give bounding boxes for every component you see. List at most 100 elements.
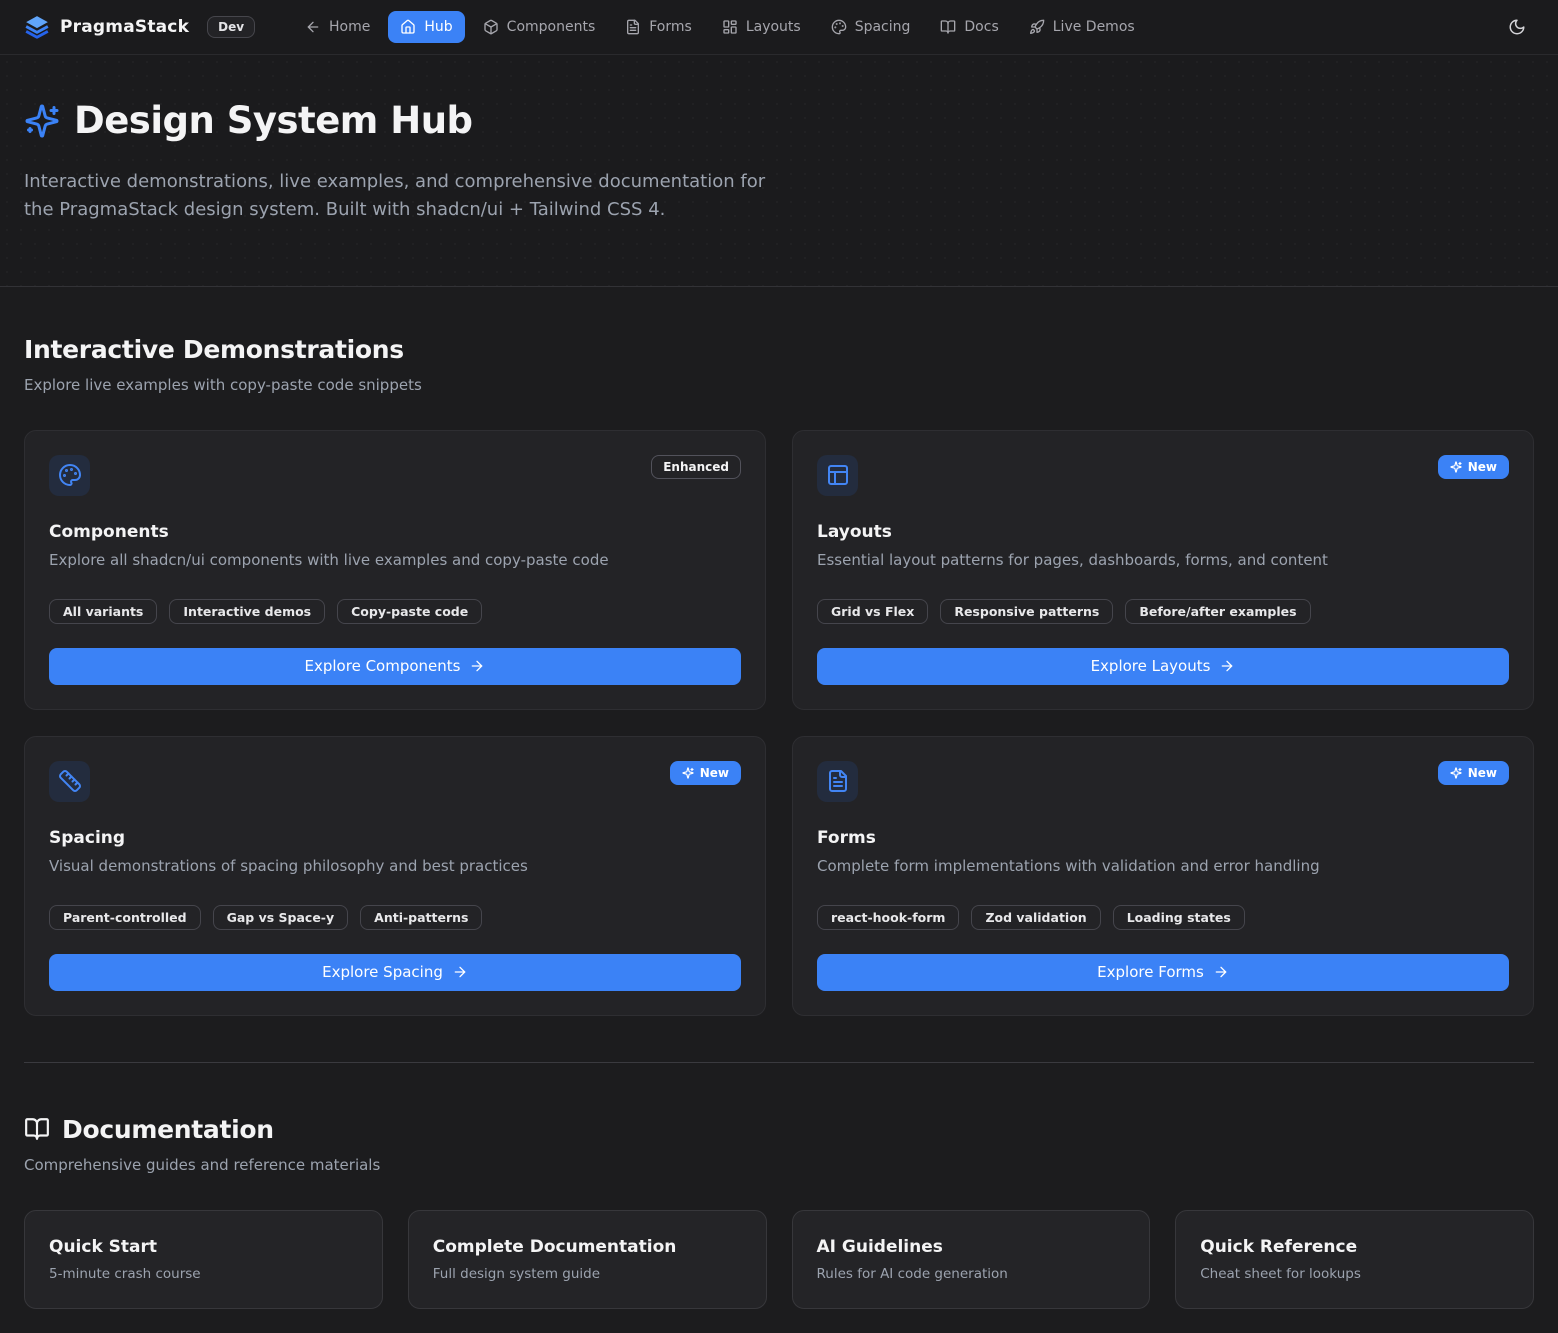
tag: Gap vs Space-y [213, 905, 349, 930]
sparkles-icon [24, 103, 60, 139]
tag: All variants [49, 599, 157, 624]
top-navbar: PragmaStack Dev Home Hub Components Fo [0, 0, 1558, 55]
tag: Loading states [1113, 905, 1245, 930]
panels-top-left-icon [817, 455, 858, 496]
theme-toggle-button[interactable] [1500, 10, 1534, 44]
book-open-icon [24, 1116, 50, 1142]
card-description: Visual demonstrations of spacing philoso… [49, 857, 741, 875]
doc-card-title: Quick Start [49, 1237, 358, 1257]
tag: Interactive demos [169, 599, 325, 624]
tag-row: All variants Interactive demos Copy-past… [49, 599, 741, 624]
palette-icon [49, 455, 90, 496]
nav-links: Home Hub Components Forms Layouts [293, 11, 1500, 43]
badge-label: Enhanced [663, 460, 729, 474]
button-label: Explore Spacing [322, 963, 443, 981]
hero-section: Design System Hub Interactive demonstrat… [0, 55, 1558, 287]
demo-card-forms: New Forms Complete form implementations … [792, 736, 1534, 1016]
book-open-icon [940, 19, 956, 35]
nav-item-label: Hub [424, 19, 452, 35]
demo-card-grid: Enhanced Components Explore all shadcn/u… [24, 430, 1534, 1016]
card-description: Essential layout patterns for pages, das… [817, 551, 1509, 569]
card-title: Spacing [49, 828, 741, 848]
nav-item-layouts[interactable]: Layouts [710, 11, 813, 43]
nav-item-components[interactable]: Components [471, 11, 608, 43]
moon-icon [1508, 18, 1526, 36]
nav-item-label: Forms [649, 19, 692, 35]
doc-card-title: Quick Reference [1200, 1237, 1509, 1257]
sparkles-icon [1450, 767, 1462, 779]
explore-forms-button[interactable]: Explore Forms [817, 954, 1509, 991]
sparkles-icon [682, 767, 694, 779]
docs-section-subtitle: Comprehensive guides and reference mater… [24, 1156, 1534, 1174]
doc-card-ai-guidelines[interactable]: AI Guidelines Rules for AI code generati… [792, 1210, 1151, 1309]
button-label: Explore Forms [1097, 963, 1204, 981]
nav-item-label: Live Demos [1053, 19, 1135, 35]
section-divider [24, 1062, 1534, 1063]
nav-item-home[interactable]: Home [293, 11, 382, 43]
arrow-right-icon [1213, 964, 1229, 980]
badge-label: New [700, 766, 729, 780]
explore-layouts-button[interactable]: Explore Layouts [817, 648, 1509, 685]
card-description: Explore all shadcn/ui components with li… [49, 551, 741, 569]
explore-spacing-button[interactable]: Explore Spacing [49, 954, 741, 991]
layers-logo-icon [24, 14, 50, 40]
ruler-icon [49, 761, 90, 802]
doc-card-description: 5-minute crash course [49, 1266, 358, 1282]
status-badge: New [670, 761, 741, 785]
button-label: Explore Components [305, 657, 461, 675]
arrow-right-icon [1219, 658, 1235, 674]
env-badge: Dev [207, 16, 255, 38]
docs-title-label: Documentation [62, 1115, 274, 1144]
arrow-left-icon [305, 19, 321, 35]
nav-item-spacing[interactable]: Spacing [819, 11, 923, 43]
tag: Grid vs Flex [817, 599, 928, 624]
demo-card-layouts: New Layouts Essential layout patterns fo… [792, 430, 1534, 710]
demos-section-title: Interactive Demonstrations [24, 335, 1534, 364]
nav-item-label: Components [507, 19, 596, 35]
tag: Responsive patterns [940, 599, 1113, 624]
home-icon [400, 19, 416, 35]
tag: Parent-controlled [49, 905, 201, 930]
tag: Copy-paste code [337, 599, 482, 624]
doc-card-description: Cheat sheet for lookups [1200, 1266, 1509, 1282]
arrow-right-icon [469, 658, 485, 674]
button-label: Explore Layouts [1091, 657, 1211, 675]
sparkles-icon [1450, 461, 1462, 473]
rocket-icon [1029, 19, 1045, 35]
doc-card-description: Rules for AI code generation [817, 1266, 1126, 1282]
nav-item-label: Home [329, 19, 370, 35]
tag: Before/after examples [1125, 599, 1310, 624]
nav-item-label: Spacing [855, 19, 911, 35]
package-icon [483, 19, 499, 35]
demos-section-header: Interactive Demonstrations Explore live … [24, 335, 1534, 394]
doc-card-description: Full design system guide [433, 1266, 742, 1282]
doc-card-quick-start[interactable]: Quick Start 5-minute crash course [24, 1210, 383, 1309]
card-title: Components [49, 522, 741, 542]
card-description: Complete form implementations with valid… [817, 857, 1509, 875]
nav-item-label: Layouts [746, 19, 801, 35]
file-text-icon [817, 761, 858, 802]
brand-name: PragmaStack [60, 17, 189, 37]
nav-item-label: Docs [964, 19, 998, 35]
tag: react-hook-form [817, 905, 959, 930]
nav-item-forms[interactable]: Forms [613, 11, 704, 43]
nav-item-live-demos[interactable]: Live Demos [1017, 11, 1147, 43]
doc-card-title: AI Guidelines [817, 1237, 1126, 1257]
explore-components-button[interactable]: Explore Components [49, 648, 741, 685]
status-badge: New [1438, 455, 1509, 479]
status-badge: Enhanced [651, 455, 741, 479]
docs-section-header: Documentation Comprehensive guides and r… [24, 1115, 1534, 1174]
arrow-right-icon [452, 964, 468, 980]
status-badge: New [1438, 761, 1509, 785]
doc-card-quick-reference[interactable]: Quick Reference Cheat sheet for lookups [1175, 1210, 1534, 1309]
nav-item-docs[interactable]: Docs [928, 11, 1010, 43]
brand-group[interactable]: PragmaStack Dev [24, 14, 255, 40]
tag-row: Grid vs Flex Responsive patterns Before/… [817, 599, 1509, 624]
docs-section-title: Documentation [24, 1115, 1534, 1144]
nav-item-hub[interactable]: Hub [388, 11, 464, 43]
main-content: Interactive Demonstrations Explore live … [0, 335, 1558, 1333]
file-text-icon [625, 19, 641, 35]
badge-label: New [1468, 766, 1497, 780]
palette-icon [831, 19, 847, 35]
doc-card-complete-documentation[interactable]: Complete Documentation Full design syste… [408, 1210, 767, 1309]
